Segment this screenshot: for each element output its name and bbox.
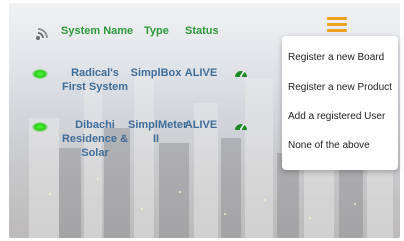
status-cell: ALIVE <box>184 119 218 131</box>
status-indicator-dot <box>32 69 48 79</box>
gauge-icon[interactable] <box>234 119 248 131</box>
system-name-cell: Radical's First System <box>61 67 129 93</box>
header-system-name[interactable]: System Name <box>61 25 133 37</box>
menu-item-register-board[interactable]: Register a new Board <box>288 52 384 63</box>
dropdown-menu: Register a new Board Register a new Prod… <box>282 36 398 170</box>
menu-item-none[interactable]: None of the above <box>288 140 370 151</box>
system-name-cell: Dibachi Residence & Solar <box>61 119 129 159</box>
status-cell: ALIVE <box>184 67 218 79</box>
status-indicator-dot <box>32 122 48 132</box>
gauge-icon[interactable] <box>234 66 248 78</box>
menu-item-add-user[interactable]: Add a registered User <box>288 111 385 122</box>
app-screen: System Name Type Status Radical's First … <box>0 0 404 241</box>
header-status[interactable]: Status <box>185 25 219 37</box>
menu-item-register-product[interactable]: Register a new Product <box>288 82 392 93</box>
type-cell: SimplBox <box>130 67 182 79</box>
type-cell: SimplMeter II <box>128 119 188 145</box>
header-type[interactable]: Type <box>144 25 169 37</box>
hamburger-menu-icon[interactable] <box>327 17 347 35</box>
wifi-signal-icon <box>36 28 48 40</box>
